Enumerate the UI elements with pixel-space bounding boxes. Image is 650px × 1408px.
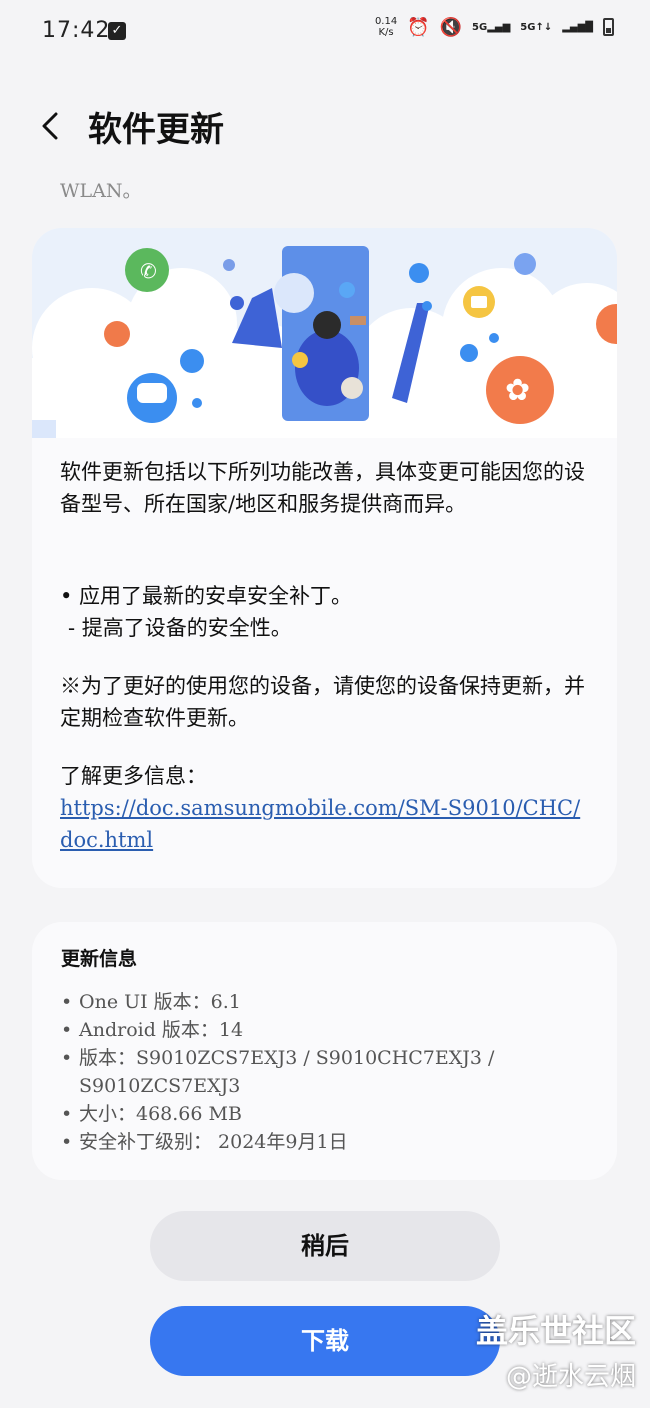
svg-text:✿: ✿ [505, 373, 530, 408]
info-item-oneui-version: • One UI 版本：6.1 [61, 988, 597, 1016]
watermark-community: 盖乐世社区 [475, 1312, 636, 1350]
status-icons: 0.14 K/s ⏰ 🔇 5G▂▄▆ 5G↑↓ ▂▄▆█ [375, 16, 614, 38]
info-item-text: 大小：468.66 MB [79, 1103, 242, 1125]
notification-check-icon: ✓ [108, 22, 126, 40]
later-button[interactable]: 稍后 [150, 1211, 500, 1281]
network-speed: 0.14 K/s [375, 16, 397, 38]
update-banner-illustration: ✆ ✿ [32, 228, 617, 438]
battery-icon [603, 18, 614, 36]
update-bullet: • 应用了最新的安卓安全补丁。 [60, 584, 353, 608]
update-info-card: 更新信息 • One UI 版本：6.1 • Android 版本：14 • 版本：S… [32, 922, 617, 1180]
update-info-list: • One UI 版本：6.1 • Android 版本：14 • 版本：S9010Z… [61, 988, 597, 1156]
back-arrow-icon [42, 112, 58, 140]
back-button[interactable] [34, 104, 74, 148]
wlan-text: WLAN。 [60, 180, 142, 202]
status-time: 17:42 [42, 18, 111, 43]
update-bullet-detail: - 提高了设备的安全性。 [68, 616, 292, 640]
more-info-link[interactable]: https://doc.samsungmobile.com/SM-S9010/C… [60, 792, 593, 856]
more-info-label: 了解更多信息： [60, 764, 207, 788]
mute-icon: 🔇 [439, 16, 463, 38]
svg-text:✆: ✆ [140, 259, 157, 283]
page-title: 软件更新 [88, 110, 224, 150]
info-item-text: 安全补丁级别： 2024年9月1日 [79, 1131, 348, 1153]
network-speed-value: 0.14 [374, 16, 398, 27]
info-item-android-version: • Android 版本：14 [61, 1016, 597, 1044]
update-description-card: ✆ ✿ 软件更新包括以下所列功能改善，具体变更可能因您的设备型号、所在国家/地区… [32, 228, 617, 888]
info-item-text: Android 版本：14 [79, 1019, 244, 1041]
signal-icon: ▂▄▆█ [562, 21, 593, 33]
info-item-security-patch: • 安全补丁级别： 2024年9月1日 [61, 1128, 597, 1156]
5g-signal-icon: 5G▂▄▆ [472, 21, 511, 33]
network-speed-unit: K/s [378, 27, 394, 38]
info-item-build-version: • 版本：S9010ZCS7EXJ3 / S9010CHC7EXJ3 / S901… [61, 1044, 597, 1100]
5g-signal-icon-2: 5G↑↓ [520, 21, 553, 33]
network-label-2: 5G [520, 21, 536, 33]
info-item-text: 版本：S9010ZCS7EXJ3 / S9010CHC7EXJ3 / S9010… [79, 1047, 495, 1097]
info-item-size: • 大小：468.66 MB [61, 1100, 597, 1128]
network-label: 5G [472, 21, 488, 33]
update-description: 软件更新包括以下所列功能改善，具体变更可能因您的设备型号、所在国家/地区和服务提… [60, 460, 585, 516]
status-bar: 17:42 ✓ 0.14 K/s ⏰ 🔇 5G▂▄▆ 5G↑↓ ▂▄▆█ [0, 0, 650, 64]
info-item-text: One UI 版本：6.1 [79, 991, 241, 1013]
alarm-icon: ⏰ [407, 16, 430, 38]
watermark-author: @逝水云烟 [505, 1362, 636, 1392]
update-info-title: 更新信息 [61, 948, 138, 970]
update-note: ※为了更好的使用您的设备，请使您的设备保持更新，并定期检查软件更新。 [60, 674, 585, 730]
header: 软件更新 [0, 96, 650, 156]
download-button[interactable]: 下载 [150, 1306, 500, 1376]
